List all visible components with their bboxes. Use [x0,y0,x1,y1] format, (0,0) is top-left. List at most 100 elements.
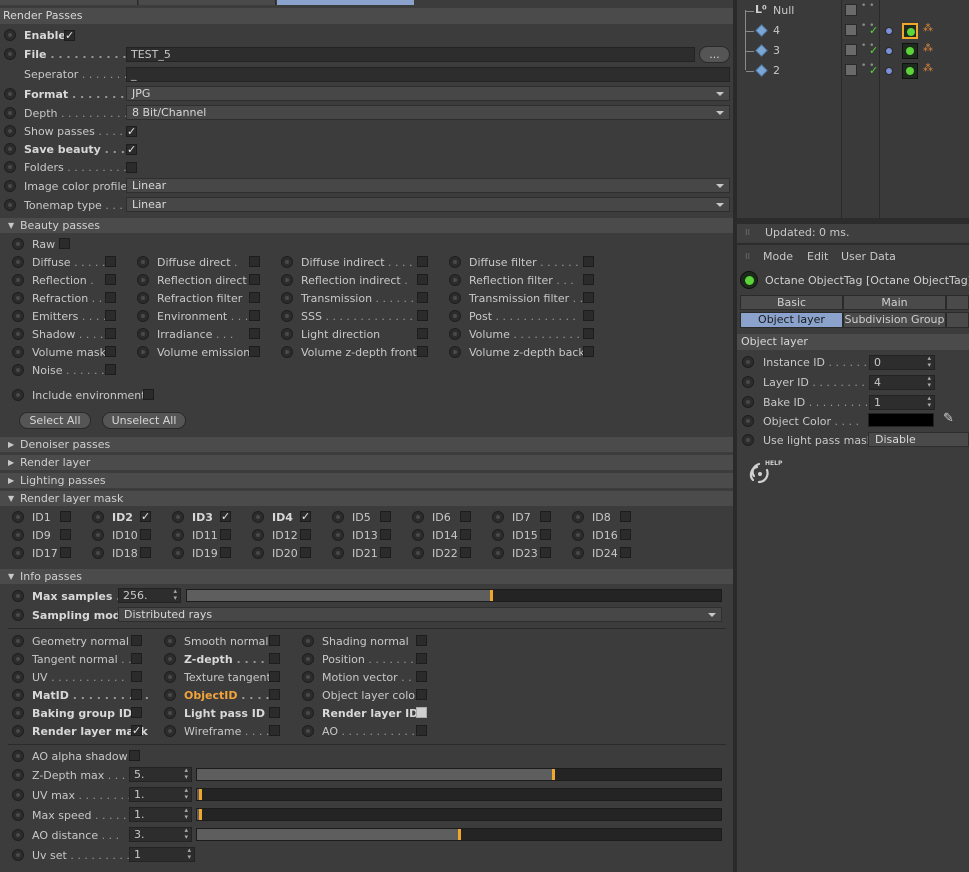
menu-user-data[interactable]: User Data [841,250,896,264]
file-input[interactable]: TEST_5 [126,47,695,62]
sss-radio[interactable] [281,310,293,322]
tab-basic[interactable]: Basic [740,295,843,310]
menu-mode[interactable]: Mode [763,250,793,264]
folders-checkbox[interactable] [126,162,137,173]
mask-id7-radio[interactable] [492,511,504,523]
reflection-direct-checkbox[interactable] [249,274,260,285]
mask-id9-checkbox[interactable] [60,529,71,540]
depth-radio[interactable] [4,107,16,119]
info-objectid-radio[interactable] [164,689,176,701]
info-render-layer-mask-checkbox[interactable]: ✓ [131,725,142,736]
sampling-mode-dropdown[interactable]: Distributed rays [118,607,722,622]
mask-id16-radio[interactable] [572,529,584,541]
light-direction-checkbox[interactable] [417,328,428,339]
mask-id21-radio[interactable] [332,547,344,559]
info-wireframe-checkbox[interactable] [269,725,280,736]
enable-checkbox[interactable]: ✓ [64,30,75,41]
mask-id2-checkbox[interactable]: ✓ [140,511,151,522]
z-depth-max-input[interactable]: 5. [129,767,192,782]
info-geometry-normal-checkbox[interactable] [131,635,142,646]
mask-id8-checkbox[interactable] [620,511,631,522]
file-radio[interactable] [4,48,16,60]
uv-max-input[interactable]: 1. [129,787,192,802]
shadow-checkbox[interactable] [105,328,116,339]
diffuse-indirect-checkbox[interactable] [417,256,428,267]
save-beauty-radio[interactable] [4,143,16,155]
info-render-layer-id-checkbox[interactable] [416,707,427,718]
show-passes-radio[interactable] [4,125,16,137]
volume-mask-checkbox[interactable] [105,346,116,357]
enabled-check-icon[interactable]: ✓ [869,64,878,78]
reflection-checkbox[interactable] [105,274,116,285]
top-tab-2[interactable] [139,0,276,5]
render-layer-mask-section[interactable]: ▼ Render layer mask [0,491,733,506]
denoiser-passes-section[interactable]: ▶ Denoiser passes [0,437,733,452]
mask-id22-checkbox[interactable] [460,547,471,558]
info-light-pass-id-checkbox[interactable] [269,707,280,718]
mask-id1-checkbox[interactable] [60,511,71,522]
mask-id10-checkbox[interactable] [140,529,151,540]
info-geometry-normal-radio[interactable] [12,635,24,647]
info-matid-checkbox[interactable] [131,689,142,700]
transmission-checkbox[interactable] [417,292,428,303]
use-light-pass-mask-dropdown[interactable]: Disable [868,432,969,447]
info-position-checkbox[interactable] [416,653,427,664]
noise-radio[interactable] [12,364,24,376]
info-z-depth-checkbox[interactable] [269,653,280,664]
hierarchy-tag-icon[interactable]: ⁂ [923,62,933,76]
volume-checkbox[interactable] [583,328,594,339]
irradiance-checkbox[interactable] [249,328,260,339]
diffuse-filter-checkbox[interactable] [583,256,594,267]
max-samples-input[interactable]: 256. [118,588,181,603]
noise-checkbox[interactable] [105,364,116,375]
raw-checkbox[interactable] [59,238,70,249]
tab-subdivision-group[interactable]: Subdivision Group [843,312,946,328]
uv-set-radio[interactable] [12,849,24,861]
top-tab-1[interactable] [0,0,138,5]
mask-id15-radio[interactable] [492,529,504,541]
reflection-filter-checkbox[interactable] [583,274,594,285]
raw-radio[interactable] [12,238,24,250]
mask-id12-checkbox[interactable] [300,529,311,540]
info-texture-tangent-radio[interactable] [164,671,176,683]
info-light-pass-id-radio[interactable] [164,707,176,719]
mask-id17-checkbox[interactable] [60,547,71,558]
layer-icon[interactable] [845,4,857,16]
diffuse-direct-checkbox[interactable] [249,256,260,267]
format-radio[interactable] [4,88,16,100]
image-color-profile-radio[interactable] [4,180,16,192]
octane-tag-icon[interactable] [902,63,918,79]
info-ao-checkbox[interactable] [416,725,427,736]
mask-id3-checkbox[interactable]: ✓ [220,511,231,522]
mask-id2-radio[interactable] [92,511,104,523]
reflection-filter-radio[interactable] [449,274,461,286]
ao-distance-input[interactable]: 3. [129,827,192,842]
info-z-depth-radio[interactable] [164,653,176,665]
mask-id23-radio[interactable] [492,547,504,559]
reflection-indirect-radio[interactable] [281,274,293,286]
mask-id12-radio[interactable] [252,529,264,541]
volume-z-depth-back-radio[interactable] [449,346,461,358]
volume-radio[interactable] [449,328,461,340]
mask-id15-checkbox[interactable] [540,529,551,540]
object-row[interactable]: 3 • • ✓ ⁂ [737,42,969,60]
uv-max-radio[interactable] [12,789,24,801]
mask-id19-radio[interactable] [172,547,184,559]
sss-checkbox[interactable] [417,310,428,321]
environment-radio[interactable] [137,310,149,322]
eyedropper-icon[interactable]: ✎ [943,412,954,426]
info-render-layer-mask-radio[interactable] [12,725,24,737]
object-row[interactable]: 2 • • ✓ ⁂ [737,62,969,80]
object-color-swatch[interactable] [868,413,934,427]
mask-id13-radio[interactable] [332,529,344,541]
info-render-layer-id-radio[interactable] [302,707,314,719]
info-shading-normal-checkbox[interactable] [416,635,427,646]
lighting-passes-section[interactable]: ▶ Lighting passes [0,473,733,488]
material-tag-icon[interactable] [885,27,893,35]
info-shading-normal-radio[interactable] [302,635,314,647]
render-layer-section[interactable]: ▶ Render layer [0,455,733,470]
volume-emission-radio[interactable] [137,346,149,358]
diffuse-checkbox[interactable] [105,256,116,267]
material-tag-icon[interactable] [885,47,893,55]
mask-id14-checkbox[interactable] [460,529,471,540]
